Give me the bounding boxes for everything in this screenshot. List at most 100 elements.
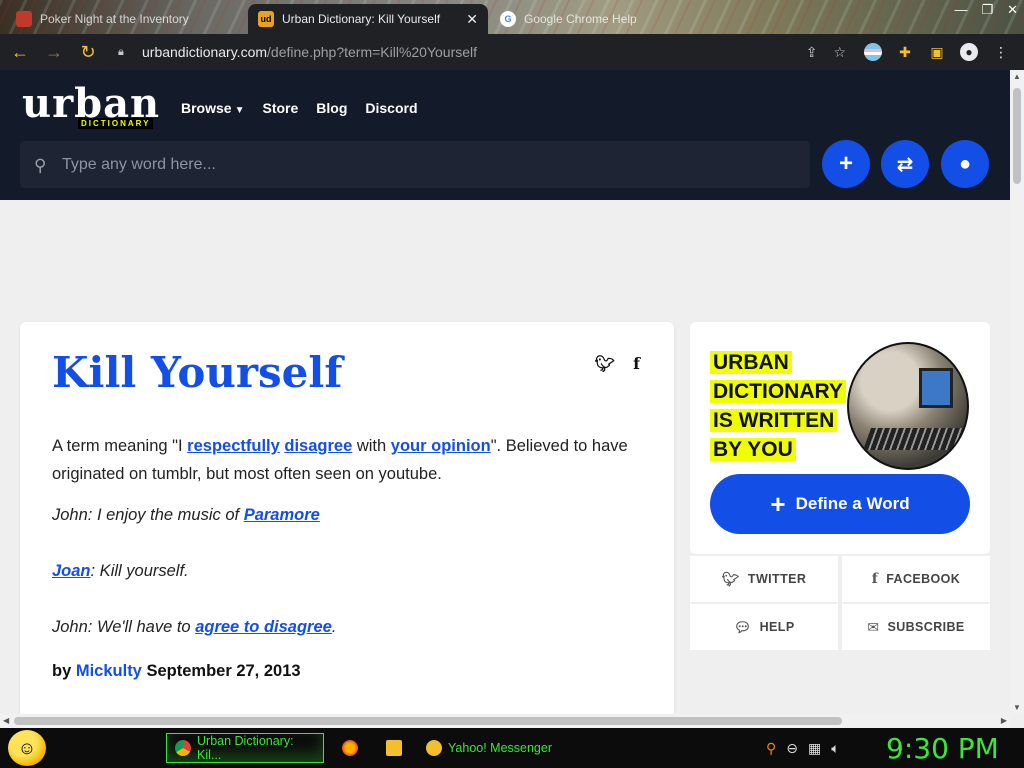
- caret-down-icon: ▼: [234, 105, 245, 116]
- chrome-icon: [175, 740, 191, 756]
- tab-chrome-help[interactable]: G Google Chrome Help: [490, 4, 680, 34]
- link-paramore[interactable]: Paramore: [244, 506, 320, 524]
- start-smiley-icon[interactable]: ☺: [8, 730, 46, 766]
- promo-line: URBAN: [710, 351, 792, 374]
- scroll-up-icon[interactable]: ▲: [1013, 72, 1021, 81]
- nav-store[interactable]: Store: [262, 100, 298, 116]
- chat-icon: 💬︎: [733, 618, 752, 635]
- define-button-label: Define a Word: [795, 494, 910, 513]
- user-account-button[interactable]: ●: [941, 140, 989, 188]
- facebook-label: FACEBOOK: [886, 572, 961, 586]
- promo-card: URBAN DICTIONARY IS WRITTEN BY YOU + Def…: [690, 322, 990, 554]
- search-icon: ⚲: [34, 155, 47, 175]
- status-tray-icon[interactable]: ⊖: [786, 740, 798, 757]
- lock-icon: 🔒︎: [118, 46, 124, 58]
- scroll-down-icon[interactable]: ▼: [1013, 703, 1021, 712]
- facebook-button[interactable]: f FACEBOOK: [842, 556, 990, 602]
- address-bar[interactable]: 🔒︎ urbandictionary.com/define.php?term=K…: [104, 38, 856, 66]
- example-text: .: [331, 618, 337, 636]
- promo-line: DICTIONARY: [710, 380, 846, 403]
- urban-dictionary-logo[interactable]: urban DICTIONARY: [22, 84, 160, 129]
- share-links: 🐦︎ f: [595, 354, 640, 374]
- example-text: John: We'll have to: [52, 618, 196, 636]
- add-definition-button[interactable]: +: [822, 140, 870, 188]
- help-button[interactable]: 💬︎ HELP: [690, 604, 838, 650]
- link-joan[interactable]: Joan: [52, 562, 91, 580]
- definition-meaning: A term meaning "I respectfully disagree …: [52, 432, 652, 488]
- tab-urban-dictionary[interactable]: ud Urban Dictionary: Kill Yourself ✕: [248, 4, 488, 34]
- close-tab-icon[interactable]: ✕: [466, 11, 478, 28]
- main-nav: Browse ▼ Store Blog Discord: [181, 100, 418, 116]
- search-input[interactable]: [62, 155, 762, 174]
- task-label: Urban Dictionary: Kil...: [197, 734, 294, 762]
- meaning-text: with: [352, 437, 391, 455]
- random-shuffle-button[interactable]: ⇄: [881, 140, 929, 188]
- profile-avatar-icon[interactable]: ●: [960, 43, 978, 61]
- search-bar: ⚲: [20, 141, 810, 188]
- back-arrow-icon[interactable]: ←: [6, 38, 34, 66]
- taskbar-chrome[interactable]: Urban Dictionary: Kil...: [166, 733, 324, 763]
- share-icon[interactable]: ⇪: [806, 44, 818, 61]
- reload-icon[interactable]: ↻: [74, 38, 102, 66]
- url-path: /define.php?term=Kill%20Yourself: [267, 44, 478, 60]
- link-your-opinion[interactable]: your opinion: [391, 437, 491, 455]
- volume-tray-icon[interactable]: 🔈︎: [831, 740, 839, 757]
- nav-browse[interactable]: Browse ▼: [181, 100, 244, 116]
- tab-poker-night[interactable]: Poker Night at the Inventory: [6, 4, 246, 34]
- promo-line: IS WRITTEN: [710, 409, 838, 432]
- byline-prefix: by: [52, 662, 76, 680]
- facebook-share-icon[interactable]: f: [633, 354, 640, 374]
- link-respectfully[interactable]: respectfully: [187, 437, 280, 455]
- twitter-label: TWITTER: [747, 572, 807, 586]
- minimize-icon[interactable]: —: [954, 2, 967, 18]
- example-text: : Kill yourself.: [90, 562, 189, 580]
- folder-icon: [386, 740, 402, 756]
- horizontal-scrollbar[interactable]: ◀ ▶: [0, 714, 1010, 728]
- post-date: September 27, 2013: [146, 662, 301, 680]
- clock[interactable]: 9:30 PM: [886, 732, 999, 765]
- define-a-word-button[interactable]: + Define a Word: [710, 474, 970, 534]
- search-tray-icon[interactable]: ⚲: [766, 740, 776, 757]
- retro-computer-photo: [847, 342, 969, 470]
- window-controls: — ❐ ✕: [954, 0, 1018, 18]
- twitter-button[interactable]: 🐦︎ TWITTER: [690, 556, 838, 602]
- scroll-right-icon[interactable]: ▶: [1001, 716, 1007, 725]
- horizontal-scroll-thumb[interactable]: [14, 717, 842, 725]
- close-window-icon[interactable]: ✕: [1007, 2, 1018, 18]
- side-panel-icon[interactable]: ▣: [928, 43, 946, 61]
- puzzle-extensions-icon[interactable]: ✚: [896, 43, 914, 61]
- definition-word[interactable]: Kill Yourself: [52, 348, 342, 397]
- monitor-shape: [919, 368, 953, 408]
- subscribe-button[interactable]: ✉ SUBSCRIBE: [842, 604, 990, 650]
- flag-extension-icon[interactable]: [864, 43, 882, 61]
- byline: by Mickulty September 27, 2013: [52, 662, 301, 681]
- link-disagree[interactable]: disagree: [284, 437, 352, 455]
- definition-card: Kill Yourself 🐦︎ f A term meaning "I res…: [20, 322, 674, 714]
- firefox-icon: [342, 740, 358, 756]
- link-agree-to-disagree[interactable]: agree to disagree: [195, 618, 332, 636]
- nav-discord[interactable]: Discord: [365, 100, 417, 116]
- taskbar-folder[interactable]: [378, 733, 410, 763]
- taskbar-firefox[interactable]: [334, 733, 366, 763]
- network-tray-icon[interactable]: ▦: [808, 740, 821, 757]
- twitter-share-icon[interactable]: 🐦︎: [595, 354, 615, 374]
- bookmark-star-icon[interactable]: ☆: [833, 44, 846, 61]
- vertical-scroll-thumb[interactable]: [1013, 88, 1021, 184]
- example-text: John: I enjoy the music of: [52, 506, 244, 524]
- vertical-scrollbar[interactable]: ▲ ▼: [1010, 70, 1024, 714]
- tab-title: Poker Night at the Inventory: [40, 12, 189, 26]
- scroll-left-icon[interactable]: ◀: [3, 716, 9, 725]
- forward-arrow-icon[interactable]: →: [40, 38, 68, 66]
- google-favicon-icon: G: [500, 11, 516, 27]
- poker-favicon-icon: [16, 11, 32, 27]
- browser-tab-strip: Poker Night at the Inventory ud Urban Di…: [0, 0, 1024, 34]
- maximize-icon[interactable]: ❐: [981, 2, 993, 18]
- site-header: urban DICTIONARY Browse ▼ Store Blog Disc…: [0, 70, 1010, 200]
- example-line: John: I enjoy the music of Paramore: [52, 506, 652, 525]
- facebook-icon: f: [871, 571, 879, 587]
- kebab-menu-icon[interactable]: ⋮: [992, 43, 1010, 61]
- taskbar-yahoo-messenger[interactable]: Yahoo! Messenger: [418, 733, 576, 763]
- author-link[interactable]: Mickulty: [76, 662, 142, 680]
- keyboard-shape: [862, 428, 964, 450]
- nav-blog[interactable]: Blog: [316, 100, 347, 116]
